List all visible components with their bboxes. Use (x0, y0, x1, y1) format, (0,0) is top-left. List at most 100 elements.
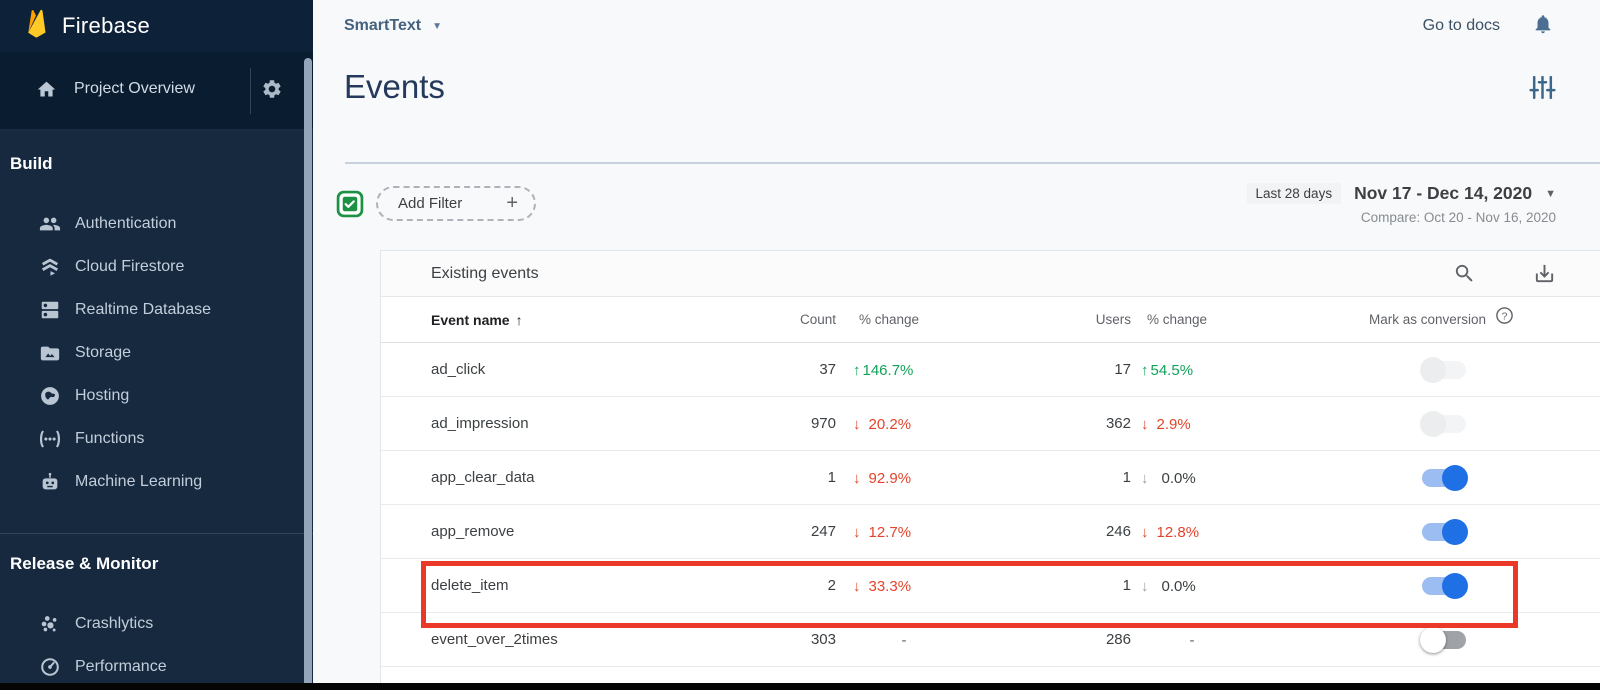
column-users: Users (991, 297, 1131, 343)
sidebar-item-cloud-firestore[interactable]: Cloud Firestore (0, 245, 313, 288)
column-count: Count (711, 297, 836, 343)
add-filter-label: Add Filter (398, 195, 462, 212)
event-name: delete_item (431, 559, 509, 613)
table-header-row: Event name↑ Count % change Users % chang… (381, 297, 1600, 343)
collection-verified-icon (336, 190, 364, 223)
go-to-docs-link[interactable]: Go to docs (1423, 17, 1500, 35)
event-users: 246 (991, 505, 1131, 559)
date-range-selector[interactable]: Last 28 days Nov 17 - Dec 14, 2020 ▼ (1247, 183, 1556, 204)
gear-icon[interactable] (261, 78, 283, 105)
sidebar-item-authentication[interactable]: Authentication (0, 202, 313, 245)
table-body: ad_click 37 ↑146.7% 17 ↑54.5% ad_impress… (381, 343, 1600, 667)
screen-bottom-edge (0, 683, 1600, 690)
sidebar-item-performance[interactable]: Performance (0, 645, 313, 688)
event-name: app_remove (431, 505, 514, 559)
folder-media-icon (38, 342, 62, 364)
sidebar-scrollbar-thumb[interactable] (304, 58, 312, 688)
count-change: ↓33.3% (848, 559, 960, 613)
events-table-card: Existing events Event name↑ Count % chan… (380, 250, 1600, 690)
event-users: 286 (991, 613, 1131, 667)
date-range-value: Nov 17 - Dec 14, 2020 (1354, 183, 1532, 204)
table-row: ad_click 37 ↑146.7% 17 ↑54.5% (381, 343, 1600, 397)
change-arrow-icon: ↓ (1141, 524, 1149, 541)
event-users: 17 (991, 343, 1131, 397)
change-arrow-icon: ↓ (1141, 470, 1149, 487)
tune-filters-icon[interactable] (1529, 74, 1556, 106)
firebase-logo-icon (24, 7, 49, 45)
project-overview-label: Project Overview (74, 80, 195, 98)
sidebar-item-crashlytics[interactable]: Crashlytics (0, 602, 313, 645)
chevron-down-icon: ▼ (1545, 188, 1556, 200)
change-arrow-icon: ↓ (1141, 416, 1149, 433)
conversion-toggle[interactable] (1420, 357, 1468, 383)
sidebar-item-storage[interactable]: Storage (0, 331, 313, 374)
search-icon[interactable] (1453, 262, 1476, 290)
project-name: SmartText (344, 17, 421, 35)
count-change: - (848, 613, 960, 667)
event-users: 1 (991, 451, 1131, 505)
sidebar-nav: Build Authentication Cloud Firestore (0, 130, 313, 688)
download-icon[interactable] (1533, 262, 1556, 290)
sidebar-item-realtime-database[interactable]: Realtime Database (0, 288, 313, 331)
header-divider (345, 162, 1600, 164)
sidebar-header: Firebase (0, 0, 313, 52)
speedometer-icon (38, 656, 62, 678)
conversion-toggle[interactable] (1420, 411, 1468, 437)
event-count: 37 (711, 343, 836, 397)
event-count: 1 (711, 451, 836, 505)
functions-icon (38, 428, 62, 450)
column-event-name[interactable]: Event name↑ (431, 297, 523, 343)
range-preset-badge: Last 28 days (1247, 183, 1342, 204)
conversion-toggle[interactable] (1420, 573, 1468, 599)
globe-icon (38, 385, 62, 407)
date-range-group: Last 28 days Nov 17 - Dec 14, 2020 ▼ Com… (1247, 183, 1556, 225)
sort-asc-icon: ↑ (516, 312, 523, 328)
crashlytics-icon (38, 613, 62, 635)
conversion-toggle[interactable] (1420, 519, 1468, 545)
table-title: Existing events (431, 265, 539, 283)
bell-icon[interactable] (1532, 13, 1554, 40)
firestore-icon (38, 256, 62, 278)
users-change: ↓2.9% (1136, 397, 1248, 451)
robot-icon (38, 471, 62, 493)
users-change: ↓0.0% (1136, 451, 1248, 505)
column-mark-as-conversion: Mark as conversion ? (1369, 297, 1514, 343)
add-filter-button[interactable]: Add Filter + (376, 186, 536, 221)
sidebar-item-functions[interactable]: Functions (0, 417, 313, 460)
sidebar-section-build: Build (10, 154, 313, 174)
database-icon (38, 299, 62, 321)
users-change: ↑54.5% (1136, 343, 1248, 397)
filter-bar: Add Filter + Last 28 days Nov 17 - Dec 1… (313, 183, 1600, 241)
project-selector[interactable]: SmartText ▼ (344, 17, 442, 35)
topbar: SmartText ▼ Go to docs (313, 0, 1600, 52)
event-name: ad_click (431, 343, 485, 397)
help-icon[interactable]: ? (1495, 298, 1514, 344)
firebase-console: Firebase Project Overview Build (0, 0, 1600, 690)
brand-name: Firebase (62, 13, 150, 39)
home-icon (36, 79, 57, 105)
conversion-toggle[interactable] (1420, 465, 1468, 491)
change-arrow-icon: ↓ (1141, 578, 1149, 595)
users-change: ↓0.0% (1136, 559, 1248, 613)
table-row: app_clear_data 1 ↓92.9% 1 ↓0.0% (381, 451, 1600, 505)
sidebar-scrollbar (302, 54, 313, 690)
event-users: 362 (991, 397, 1131, 451)
change-arrow-icon: ↓ (853, 470, 861, 487)
svg-text:?: ? (1502, 311, 1508, 322)
sidebar-item-machine-learning[interactable]: Machine Learning (0, 460, 313, 503)
count-change: ↓12.7% (848, 505, 960, 559)
count-change: ↓20.2% (848, 397, 960, 451)
event-count: 303 (711, 613, 836, 667)
change-arrow-icon: ↓ (853, 524, 861, 541)
table-card-header: Existing events (381, 251, 1600, 297)
conversion-toggle[interactable] (1420, 627, 1468, 653)
event-name: event_over_2times (431, 613, 558, 667)
page-title: Events (344, 68, 1600, 106)
table-row: ad_impression 970 ↓20.2% 362 ↓2.9% (381, 397, 1600, 451)
sidebar-item-hosting[interactable]: Hosting (0, 374, 313, 417)
column-pct-change: % change (859, 297, 919, 343)
sidebar-project-overview-row[interactable]: Project Overview (0, 52, 313, 130)
event-count: 970 (711, 397, 836, 451)
count-change: ↑146.7% (848, 343, 960, 397)
users-change: - (1136, 613, 1248, 667)
